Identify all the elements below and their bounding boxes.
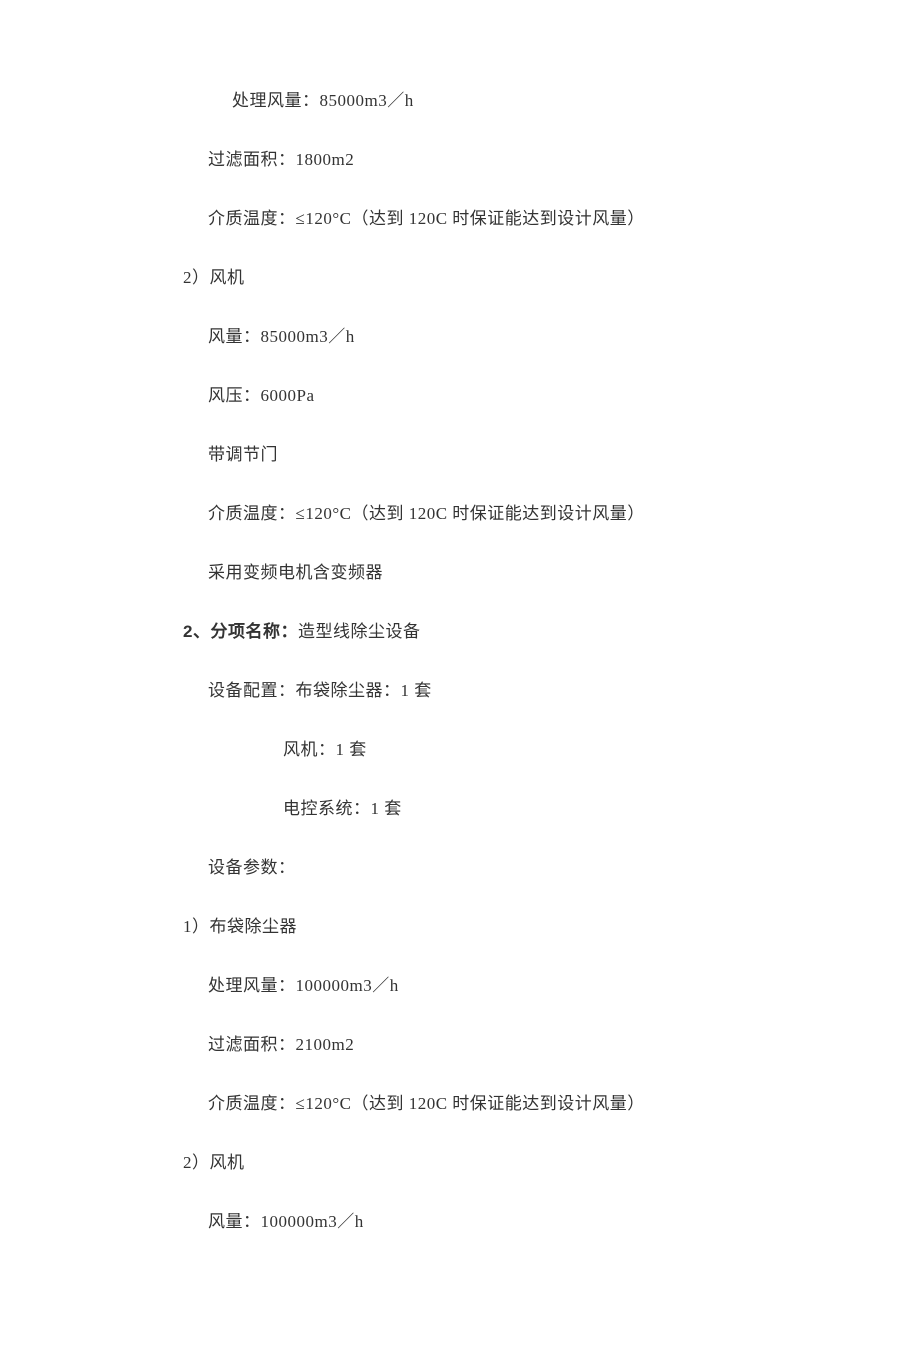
text-run: 过滤面积：2100m2 <box>208 1035 354 1054</box>
text-line: 处理风量：85000m3／h <box>0 92 920 109</box>
text-run: 1）布袋除尘器 <box>183 917 297 936</box>
text-line: 电控系统：1 套 <box>0 800 920 817</box>
text-line: 风量：85000m3／h <box>0 328 920 345</box>
text-run: 采用变频电机含变频器 <box>208 563 383 582</box>
text-line: 2）风机 <box>0 1154 920 1171</box>
text-line: 介质温度：≤120°C（达到 120C 时保证能达到设计风量） <box>0 210 920 227</box>
text-run: 介质温度：≤120°C（达到 120C 时保证能达到设计风量） <box>208 209 645 228</box>
text-run: 处理风量：100000m3／h <box>208 976 399 995</box>
text-line: 设备配置：布袋除尘器：1 套 <box>0 682 920 699</box>
text-run: 介质温度：≤120°C（达到 120C 时保证能达到设计风量） <box>208 1094 645 1113</box>
text-run: 风量：100000m3／h <box>208 1212 364 1231</box>
text-run: 处理风量：85000m3／h <box>232 91 414 110</box>
document-page: 处理风量：85000m3／h 过滤面积：1800m2 介质温度：≤120°C（达到 … <box>0 0 920 1372</box>
text-line: 风机：1 套 <box>0 741 920 758</box>
text-line: 2、分项名称：造型线除尘设备 <box>0 623 920 640</box>
text-line: 过滤面积：2100m2 <box>0 1036 920 1053</box>
text-line: 带调节门 <box>0 446 920 463</box>
text-line: 2）风机 <box>0 269 920 286</box>
text-line: 介质温度：≤120°C（达到 120C 时保证能达到设计风量） <box>0 1095 920 1112</box>
text-line: 设备参数： <box>0 859 920 876</box>
text-run: 风机：1 套 <box>283 740 367 759</box>
text-run: 2）风机 <box>183 268 245 287</box>
text-run: 带调节门 <box>208 445 278 464</box>
bold-run: 2、分项名称： <box>183 622 298 641</box>
text-line: 介质温度：≤120°C（达到 120C 时保证能达到设计风量） <box>0 505 920 522</box>
text-run: 2）风机 <box>183 1153 245 1172</box>
text-run: 电控系统：1 套 <box>283 799 402 818</box>
text-run: 风量：85000m3／h <box>208 327 355 346</box>
text-run: 风压：6000Pa <box>208 386 315 405</box>
text-line: 采用变频电机含变频器 <box>0 564 920 581</box>
text-run: 造型线除尘设备 <box>298 622 421 641</box>
text-run: 设备参数： <box>208 858 296 877</box>
text-line: 1）布袋除尘器 <box>0 918 920 935</box>
text-run: 过滤面积：1800m2 <box>208 150 354 169</box>
text-line: 过滤面积：1800m2 <box>0 151 920 168</box>
text-run: 介质温度：≤120°C（达到 120C 时保证能达到设计风量） <box>208 504 645 523</box>
text-line: 处理风量：100000m3／h <box>0 977 920 994</box>
text-line: 风压：6000Pa <box>0 387 920 404</box>
text-run: 设备配置：布袋除尘器：1 套 <box>208 681 432 700</box>
text-line: 风量：100000m3／h <box>0 1213 920 1230</box>
